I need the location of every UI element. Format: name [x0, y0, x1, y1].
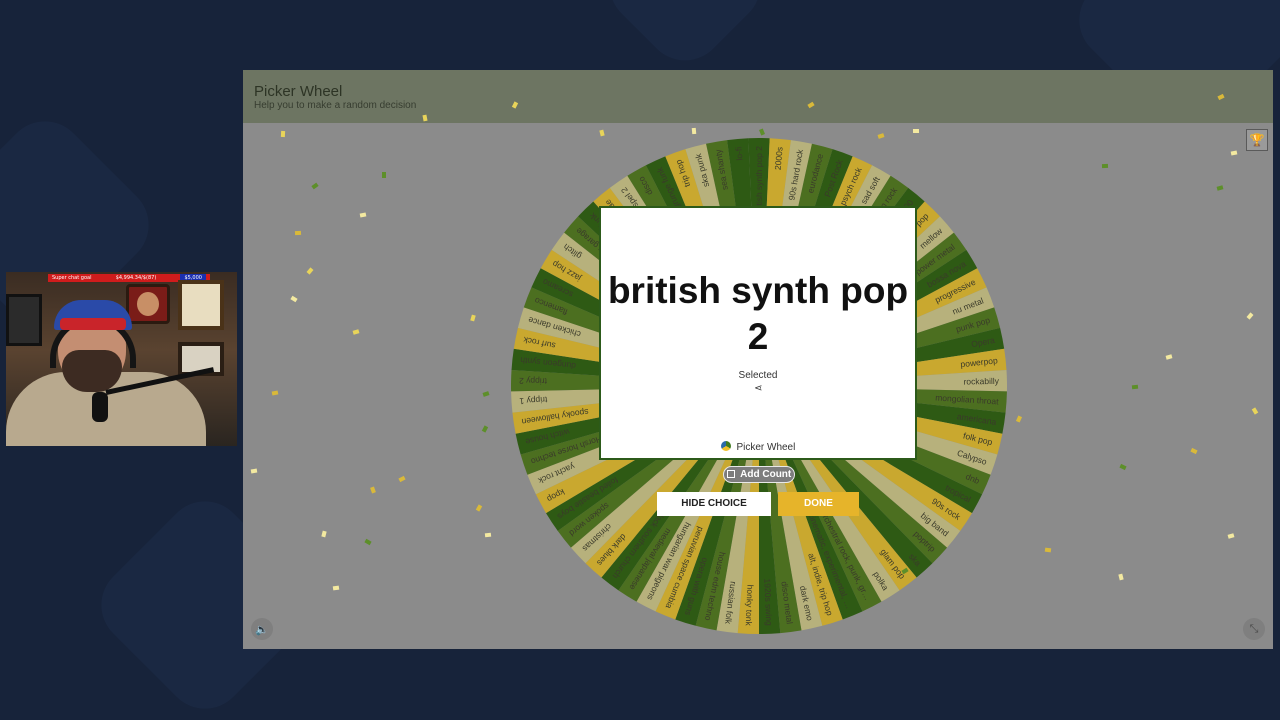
- webcam-overlay: Super chat goal $4,994.34/$(87) $5,000: [6, 272, 237, 446]
- confetti-piece: [599, 129, 605, 137]
- picker-wheel-app: Picker Wheel Help you to make a random d…: [243, 70, 1273, 649]
- confetti-piece: [1246, 312, 1254, 320]
- streamer-cap: [54, 300, 132, 330]
- confetti-piece: [1230, 150, 1238, 156]
- confetti-piece: [470, 314, 477, 322]
- confetti-piece: [364, 539, 372, 546]
- share-icon[interactable]: ⋖: [754, 383, 762, 394]
- confetti-piece: [306, 267, 314, 275]
- confetti-piece: [1190, 448, 1198, 455]
- confetti-piece: [1165, 354, 1173, 360]
- wheel-segment-label: british synth pop 2: [754, 146, 764, 215]
- confetti-piece: [476, 504, 483, 512]
- wheel-segment-label: trippy 2: [519, 376, 547, 387]
- confetti-piece: [691, 127, 697, 134]
- wall-portrait: [126, 284, 170, 324]
- goal-label: Super chat goal: [52, 275, 92, 281]
- hide-choice-button[interactable]: HIDE CHOICE: [657, 492, 771, 516]
- confetti-piece: [1044, 547, 1052, 553]
- done-button[interactable]: DONE: [778, 492, 859, 516]
- confetti-piece: [271, 390, 279, 396]
- confetti-piece: [1216, 184, 1224, 191]
- confetti-piece: [294, 230, 302, 235]
- confetti-piece: [1251, 406, 1258, 415]
- background-shape: [593, 0, 777, 77]
- wheel-segment-label: rockabilly: [963, 376, 999, 387]
- confetti-piece: [332, 585, 340, 591]
- result-title-line1: british synth pop: [607, 270, 909, 311]
- confetti-piece: [311, 182, 319, 190]
- confetti-piece: [482, 391, 490, 398]
- wheel-segment-label: honky tonk: [744, 584, 756, 626]
- confetti-piece: [912, 129, 919, 134]
- goal-progress: $4,994.34/$(87): [115, 275, 157, 281]
- confetti-piece: [1102, 163, 1109, 168]
- add-count-label: Add Count: [740, 469, 792, 480]
- wall-picture: [6, 294, 42, 346]
- app-header: Picker Wheel Help you to make a random d…: [243, 70, 1273, 123]
- confetti-piece: [1117, 573, 1124, 581]
- confetti-piece: [1119, 463, 1127, 470]
- confetti-piece: [321, 530, 327, 537]
- confetti-piece: [1016, 415, 1023, 423]
- microphone: [92, 392, 108, 422]
- app-title: Picker Wheel: [254, 83, 343, 100]
- confetti-piece: [422, 114, 428, 122]
- wall-certificate: [178, 280, 224, 330]
- wheel-segment-label: lo-fi: [733, 146, 744, 161]
- confetti-piece: [359, 212, 367, 218]
- confetti-piece: [289, 295, 298, 303]
- confetti-piece: [398, 476, 406, 483]
- confetti-piece: [485, 532, 492, 538]
- sound-icon[interactable]: 🔈: [251, 618, 273, 640]
- confetti-piece: [280, 130, 286, 137]
- brand-name: Picker Wheel: [736, 442, 796, 453]
- confetti-piece: [1131, 384, 1138, 390]
- selected-label: Selected: [738, 370, 778, 381]
- wheel-segment-label: 2000s: [773, 146, 785, 170]
- result-title: british synth pop 2: [601, 268, 915, 360]
- checkbox-icon[interactable]: [726, 470, 735, 478]
- confetti-piece: [758, 128, 765, 136]
- confetti-piece: [481, 425, 488, 433]
- app-subtitle: Help you to make a random decision: [254, 100, 417, 111]
- result-card: british synth pop 2 Selected ⋖ Picker Wh…: [599, 206, 917, 460]
- picker-wheel-logo-icon: [720, 441, 731, 451]
- confetti-piece: [382, 172, 387, 179]
- result-title-line2: 2: [747, 316, 769, 357]
- confetti-piece: [352, 329, 360, 335]
- add-count-button[interactable]: Add Count: [723, 466, 795, 483]
- collapse-icon[interactable]: ⤡: [1243, 618, 1265, 640]
- trophy-icon[interactable]: 🏆: [1246, 129, 1268, 151]
- confetti-piece: [250, 468, 257, 474]
- confetti-piece: [1227, 533, 1235, 539]
- wheel-segment-label: trippy 1: [519, 395, 548, 407]
- brand-footer: Picker Wheel: [601, 441, 915, 453]
- wheel-segment-label: 1920s swing: [762, 578, 774, 626]
- confetti-piece: [369, 486, 376, 494]
